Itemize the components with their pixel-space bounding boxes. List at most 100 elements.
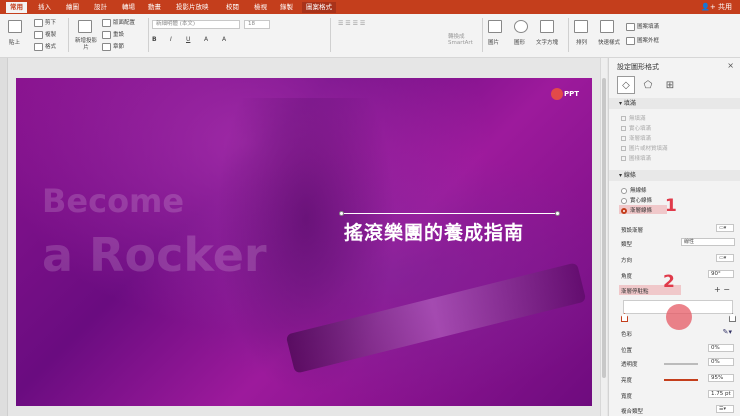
- tab-review[interactable]: 校閱: [222, 2, 243, 13]
- annotation-1: 1: [665, 196, 677, 216]
- font-size-combo[interactable]: 18: [244, 20, 270, 29]
- type-select[interactable]: 線性: [681, 238, 735, 246]
- brightness-input[interactable]: 95%: [708, 374, 734, 382]
- transparency-slider[interactable]: [664, 363, 698, 365]
- selection-line: [342, 213, 558, 214]
- tab-animations[interactable]: 動畫: [144, 2, 165, 13]
- new-slide-label: 新增投影片: [74, 38, 97, 51]
- quick-styles-icon[interactable]: [600, 20, 614, 33]
- line-option-solid[interactable]: 實心線條: [621, 196, 652, 204]
- cut-button[interactable]: 剪下: [34, 18, 56, 27]
- picture-label: 圖片: [488, 40, 500, 46]
- paste-label: 貼上: [9, 40, 21, 46]
- tab-design[interactable]: 設計: [90, 2, 111, 13]
- ppt-logo: PPT: [551, 88, 579, 100]
- layout-button[interactable]: 版面配置: [102, 18, 135, 27]
- compound-type-label: 複合類型: [621, 409, 644, 415]
- tab-slideshow[interactable]: 投影片放映: [172, 2, 213, 13]
- highlight-icon[interactable]: A: [222, 36, 226, 43]
- line-section-header[interactable]: ▾ 線條: [609, 170, 740, 181]
- fill-option-pattern[interactable]: 圖樣填滿: [621, 154, 651, 162]
- copy-icon: [34, 30, 43, 39]
- color-picker-icon[interactable]: ✎▾: [723, 328, 732, 336]
- angle-input[interactable]: 90°: [708, 270, 734, 278]
- fill-section-header[interactable]: ▾ 填滿: [609, 98, 740, 109]
- logo-mark-icon: [551, 88, 563, 100]
- add-stop-button[interactable]: + −: [714, 285, 730, 294]
- pen-icon: [626, 36, 635, 45]
- picture-icon[interactable]: [488, 20, 502, 33]
- effects-tab-icon[interactable]: ⬠: [639, 76, 657, 94]
- font-name-combo[interactable]: 新細明體 (本文): [152, 20, 240, 29]
- transparency-input[interactable]: 0%: [708, 358, 734, 366]
- fill-option-picture[interactable]: 圖片或材質填滿: [621, 144, 668, 152]
- brush-icon: [34, 42, 43, 51]
- type-label: 類型: [621, 242, 633, 248]
- fill-line-tab-icon[interactable]: ◇: [617, 76, 635, 94]
- paste-icon[interactable]: [8, 20, 22, 33]
- fill-option-gradient[interactable]: 漸層填滿: [621, 134, 651, 142]
- tab-transitions[interactable]: 轉場: [118, 2, 139, 13]
- slide-canvas[interactable]: Become a Rocker 搖滾樂團的養成指南 PPT: [16, 78, 592, 406]
- selection-handle-left[interactable]: [339, 211, 344, 216]
- copy-button[interactable]: 複製: [34, 30, 56, 39]
- gradient-stop-2[interactable]: [729, 313, 736, 322]
- tab-insert[interactable]: 插入: [34, 2, 55, 13]
- fill-option-none[interactable]: 無填滿: [621, 114, 646, 122]
- arrange-icon[interactable]: [574, 20, 588, 33]
- tab-home[interactable]: 常用: [6, 2, 27, 13]
- paint-bucket-icon: [626, 22, 635, 31]
- smartart-button[interactable]: 轉換成 SmartArt: [448, 34, 478, 46]
- tab-draw[interactable]: 繪圖: [62, 2, 83, 13]
- paragraph-icons[interactable]: ☰ ☰ ☰ ☰: [338, 20, 365, 27]
- ribbon-tab-bar: 常用 插入 繪圖 設計 轉場 動畫 投影片放映 校閱 檢視 錄製 圖案格式 👤+…: [0, 0, 740, 14]
- width-input[interactable]: 1.75 pt: [708, 390, 734, 398]
- tab-shape-format[interactable]: 圖案格式: [302, 2, 336, 13]
- font-color-icon[interactable]: A: [204, 36, 208, 43]
- tab-view[interactable]: 檢視: [250, 2, 271, 13]
- annotation-2: 2: [663, 272, 675, 292]
- arrange-label: 排列: [576, 40, 588, 46]
- thumbnail-strip[interactable]: [0, 58, 8, 416]
- bg-text-rocker: a Rocker: [42, 228, 267, 282]
- scrollbar-thumb[interactable]: [602, 78, 606, 378]
- angle-label: 角度: [621, 274, 633, 280]
- position-label: 位置: [621, 348, 633, 354]
- gradient-stops-label: 漸層停駐點: [621, 289, 649, 295]
- preset-gradient-label: 預設漸層: [621, 228, 644, 234]
- tab-record[interactable]: 錄製: [276, 2, 297, 13]
- new-slide-icon[interactable]: [78, 20, 92, 33]
- format-painter-button[interactable]: 格式: [34, 42, 56, 51]
- transparency-label: 透明度: [621, 362, 638, 368]
- size-tab-icon[interactable]: ⊞: [661, 76, 679, 94]
- color-label: 色彩: [621, 332, 633, 338]
- compound-type-picker[interactable]: ☰▾: [716, 405, 734, 413]
- gradient-stop-1[interactable]: [621, 313, 628, 322]
- fill-option-solid[interactable]: 實心填滿: [621, 124, 651, 132]
- selection-handle-right[interactable]: [555, 211, 560, 216]
- bold-button[interactable]: B: [152, 36, 157, 43]
- share-button[interactable]: 👤+ 共用: [701, 2, 732, 13]
- reset-icon: [102, 30, 111, 39]
- underline-button[interactable]: U: [186, 36, 190, 43]
- ribbon: 貼上 剪下 複製 格式 新增投影片 版面配置 重設 章節 新細明體 (本文) 1…: [0, 14, 740, 58]
- section-button[interactable]: 章節: [102, 42, 124, 51]
- textbox-icon[interactable]: [540, 20, 554, 33]
- line-option-none[interactable]: 無線條: [621, 186, 647, 194]
- italic-button[interactable]: I: [170, 36, 172, 43]
- shape-outline-button[interactable]: 圖案外框: [626, 36, 659, 45]
- line-option-gradient[interactable]: 漸層線條: [621, 206, 652, 214]
- reset-button[interactable]: 重設: [102, 30, 124, 39]
- slide-title[interactable]: 搖滾樂團的養成指南: [344, 218, 524, 245]
- shapes-icon[interactable]: [514, 20, 528, 33]
- section-icon: [102, 42, 111, 51]
- shape-fill-button[interactable]: 圖案填滿: [626, 22, 659, 31]
- layout-icon: [102, 18, 111, 27]
- vertical-scrollbar[interactable]: [600, 58, 607, 416]
- brightness-slider[interactable]: [664, 379, 698, 381]
- bg-text-become: Become: [42, 182, 185, 220]
- position-input[interactable]: 0%: [708, 344, 734, 352]
- preset-gradient-picker[interactable]: ▭▾: [716, 224, 734, 232]
- direction-picker[interactable]: ▭▾: [716, 254, 734, 262]
- close-icon[interactable]: ×: [727, 61, 734, 70]
